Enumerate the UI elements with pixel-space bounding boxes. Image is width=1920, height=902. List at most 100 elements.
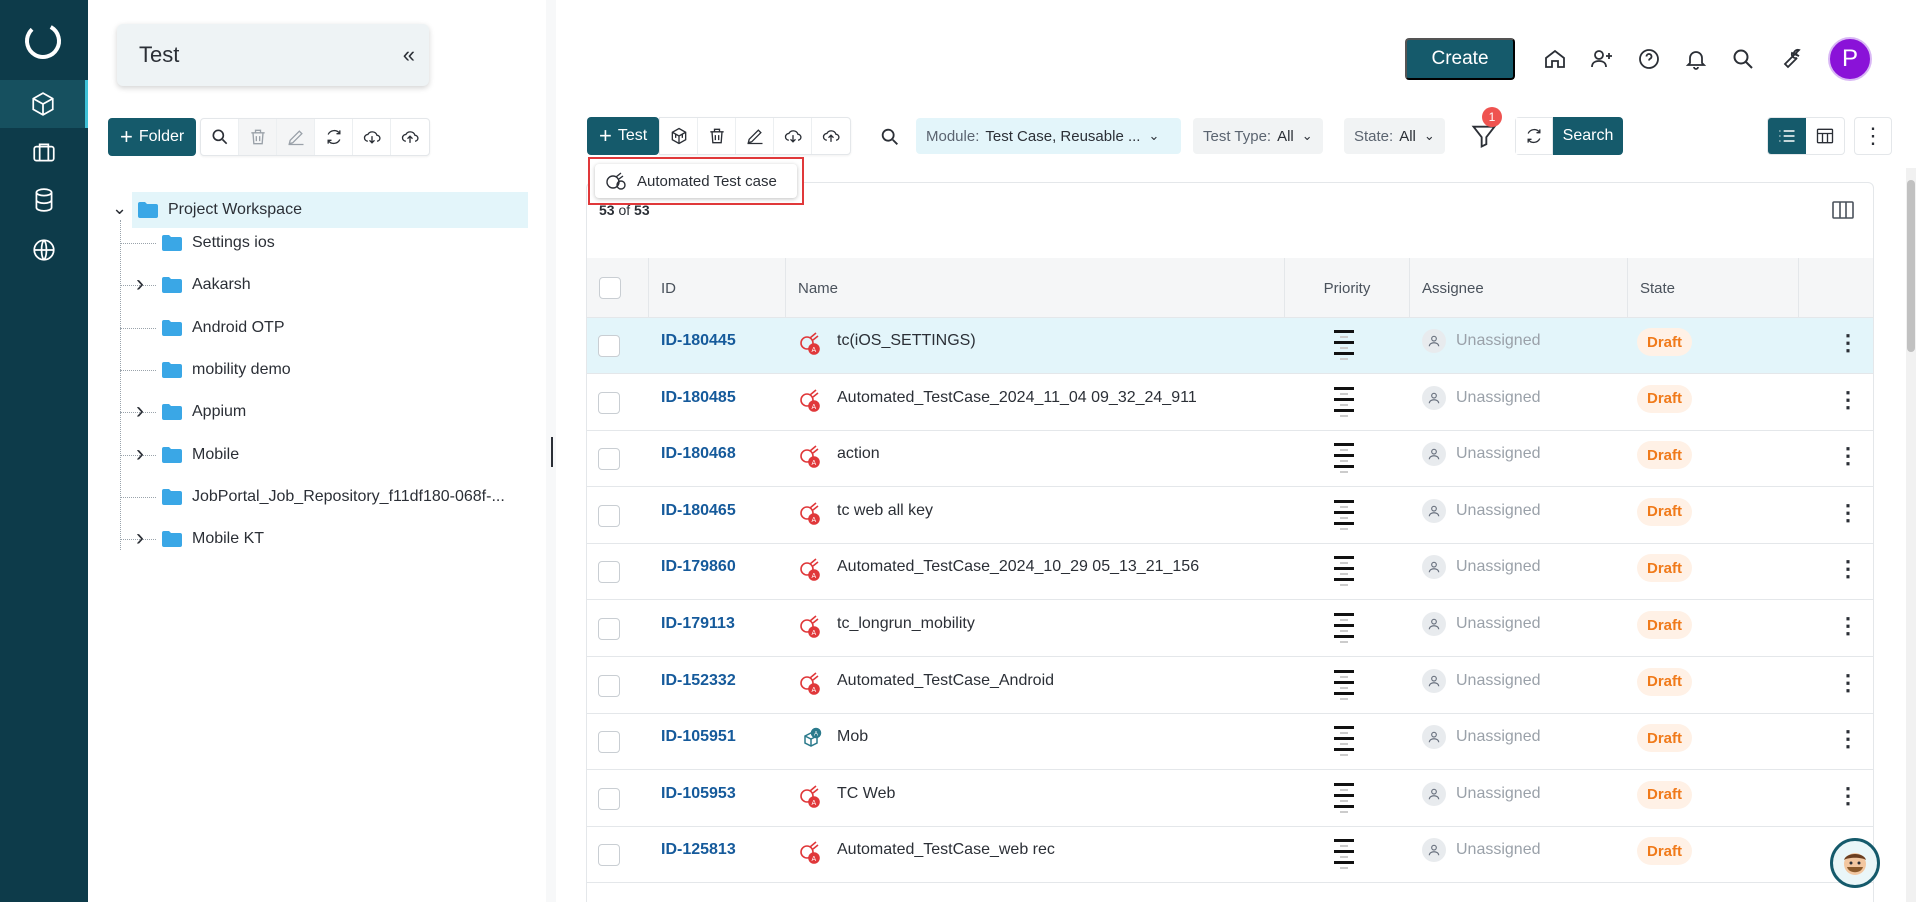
global-search-button[interactable] [1729,45,1757,73]
create-button[interactable]: Create [1405,38,1515,80]
upload-test-button[interactable] [812,118,850,154]
row-name[interactable]: Automated_TestCase_2024_10_29 05_13_21_1… [837,544,1199,590]
status-badge[interactable]: Draft [1637,384,1693,413]
assistant-bot-button[interactable] [1830,838,1880,888]
notifications-button[interactable] [1682,45,1710,73]
table-row[interactable]: ID-180445 Atc(iOS_SETTINGS) Unassigned Draf… [587,318,1873,374]
add-test-button[interactable]: + Test [587,117,660,155]
settings-button[interactable] [1776,45,1804,73]
row-name[interactable]: action [837,431,880,477]
columns-icon[interactable] [1831,200,1855,220]
row-menu-icon[interactable]: ⋮ [1837,387,1859,413]
row-checkbox[interactable] [598,391,620,414]
help-button[interactable] [1635,45,1663,73]
row-menu-icon[interactable]: ⋮ [1837,500,1859,526]
table-row[interactable]: ID-152332 A Automated_TestCase_Android Unas… [587,658,1873,714]
row-name[interactable]: Automated_TestCase_web rec [837,827,1055,873]
chevron-right-icon[interactable]: › [136,440,144,468]
resize-handle[interactable] [551,437,553,467]
row-name[interactable]: Automated_TestCase_Android [837,658,1054,704]
reusable-button[interactable] [660,118,699,154]
nav-test-cases[interactable] [0,80,88,128]
scrollbar-thumb[interactable] [1907,180,1915,352]
nav-data[interactable] [0,176,88,224]
tree-root[interactable]: ⌄ Project Workspace [108,192,528,228]
row-id-link[interactable]: ID-180485 [661,375,736,421]
more-options-button[interactable]: ⋮ [1854,117,1892,155]
status-badge[interactable]: Draft [1637,724,1693,753]
col-priority[interactable]: Priority [1285,258,1410,318]
tree-item[interactable]: › Appium [108,395,528,429]
row-name[interactable]: tc_longrun_mobility [837,601,975,647]
row-checkbox[interactable] [598,448,620,471]
folder-refresh-button[interactable] [315,119,354,155]
row-menu-icon[interactable]: ⋮ [1837,330,1859,356]
home-button[interactable] [1541,45,1569,73]
row-assignee[interactable]: Unassigned [1422,375,1541,421]
tree-item[interactable]: › Mobile [108,438,528,472]
table-search-icon[interactable] [879,126,901,148]
status-badge[interactable]: Draft [1637,328,1693,356]
row-menu-icon[interactable]: ⋮ [1837,670,1859,696]
status-badge[interactable]: Draft [1637,667,1693,696]
tree-item[interactable]: › Mobile KT [108,522,528,556]
row-checkbox[interactable] [598,561,620,584]
reset-filters-button[interactable] [1515,117,1553,155]
table-row[interactable]: ID-180485 A Automated_TestCase_2024_11_04 … [587,375,1873,431]
page-scrollbar[interactable] [1906,168,1916,902]
col-id[interactable]: ID [649,258,786,318]
tree-item[interactable]: Settings ios [108,226,528,260]
status-badge[interactable]: Draft [1637,780,1693,809]
chevron-right-icon[interactable]: › [136,524,144,552]
folder-edit-button[interactable] [277,119,316,155]
folder-delete-button[interactable] [239,119,278,155]
row-checkbox[interactable] [598,731,620,754]
table-row[interactable]: ID-180468 Aaction Unassigned Draft ⋮ [587,431,1873,488]
collapse-panel-icon[interactable]: « [403,42,415,68]
chevron-right-icon[interactable]: › [136,270,144,298]
row-id-link[interactable]: ID-105951 [661,714,736,760]
row-checkbox[interactable] [598,618,620,640]
row-id-link[interactable]: ID-179113 [661,601,735,647]
status-badge[interactable]: Draft [1637,441,1693,470]
tree-item[interactable]: JobPortal_Job_Repository_f11df180-068f-.… [108,480,528,514]
row-menu-icon[interactable]: ⋮ [1837,783,1859,809]
tree-item[interactable]: mobility demo [108,353,528,387]
row-assignee[interactable]: Unassigned [1422,488,1541,534]
add-user-button[interactable] [1588,45,1616,73]
folder-upload-button[interactable] [391,119,429,155]
select-all-checkbox[interactable] [599,277,621,299]
row-menu-icon[interactable]: ⋮ [1837,726,1859,752]
row-id-link[interactable]: ID-179860 [661,544,736,590]
status-badge[interactable]: Draft [1637,837,1693,866]
row-checkbox[interactable] [598,844,620,867]
row-assignee[interactable]: Unassigned [1422,827,1541,873]
col-assignee[interactable]: Assignee [1410,258,1628,318]
row-id-link[interactable]: ID-180468 [661,431,736,477]
table-row[interactable]: ID-179860 A Automated_TestCase_2024_10_29 … [587,544,1873,601]
nav-projects[interactable] [0,128,88,176]
table-row[interactable]: ID-105953 A TC Web Unassigned Draft ⋮ [587,771,1873,827]
row-id-link[interactable]: ID-180465 [661,488,736,534]
chevron-right-icon[interactable]: › [136,397,144,425]
state-filter[interactable]: State: All ⌄ [1344,118,1445,154]
list-view-button[interactable] [1768,118,1806,154]
search-button[interactable]: Search [1553,117,1623,155]
test-type-filter[interactable]: Test Type: All ⌄ [1193,118,1323,154]
table-row[interactable]: ID-105951 A Mob Unassigned Draft ⋮ [587,714,1873,771]
logo-icon[interactable] [22,20,64,62]
row-id-link[interactable]: ID-152332 [661,658,736,704]
tree-item[interactable]: Android OTP [108,311,528,345]
row-id-link[interactable]: ID-180445 [661,318,736,364]
delete-test-button[interactable] [698,118,737,154]
row-id-link[interactable]: ID-125813 [661,827,736,873]
row-id-link[interactable]: ID-105953 [661,771,736,817]
board-view-button[interactable] [1806,118,1844,154]
row-checkbox[interactable] [598,674,620,697]
download-test-button[interactable] [774,118,813,154]
row-menu-icon[interactable]: ⋮ [1837,613,1859,639]
module-filter[interactable]: Module: Test Case, Reusable ... ⌄ [916,118,1181,154]
col-name[interactable]: Name [786,258,1285,318]
row-menu-icon[interactable]: ⋮ [1837,443,1859,469]
status-badge[interactable]: Draft [1637,554,1693,583]
